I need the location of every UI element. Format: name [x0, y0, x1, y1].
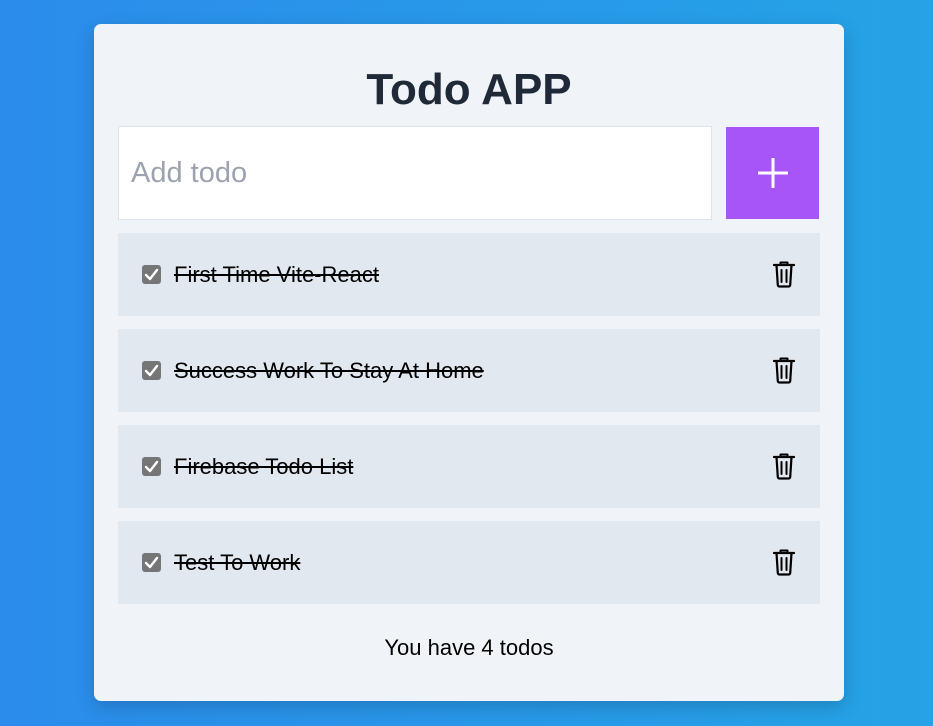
todo-checkbox[interactable] — [142, 265, 161, 284]
trash-icon — [772, 549, 796, 576]
todo-text: First Time Vite-React — [174, 262, 379, 287]
todo-count: You have 4 todos — [384, 635, 554, 660]
delete-todo-button[interactable] — [772, 548, 796, 576]
todo-checkbox[interactable] — [142, 361, 161, 380]
check-icon — [144, 460, 159, 473]
check-icon — [144, 556, 159, 569]
todo-item: First Time Vite-React — [118, 233, 820, 316]
add-todo-input[interactable] — [118, 126, 712, 220]
check-icon — [144, 268, 159, 281]
delete-todo-button[interactable] — [772, 260, 796, 288]
add-todo-button[interactable] — [726, 127, 819, 219]
app-title: Todo APP — [366, 65, 572, 114]
todo-checkbox[interactable] — [142, 457, 161, 476]
todo-text: Firebase Todo List — [174, 454, 354, 479]
todo-item: Success Work To Stay At Home — [118, 329, 820, 412]
todo-checkbox[interactable] — [142, 553, 161, 572]
trash-icon — [772, 261, 796, 288]
delete-todo-button[interactable] — [772, 356, 796, 384]
todo-text: Success Work To Stay At Home — [174, 358, 484, 383]
trash-icon — [772, 453, 796, 480]
todo-item: Test To Work — [118, 521, 820, 604]
todo-item: Firebase Todo List — [118, 425, 820, 508]
todo-text: Test To Work — [174, 550, 301, 575]
trash-icon — [772, 357, 796, 384]
delete-todo-button[interactable] — [772, 452, 796, 480]
plus-icon — [757, 158, 788, 188]
check-icon — [144, 364, 159, 377]
todo-card: Todo APP First Time Vite-React — [94, 24, 844, 701]
